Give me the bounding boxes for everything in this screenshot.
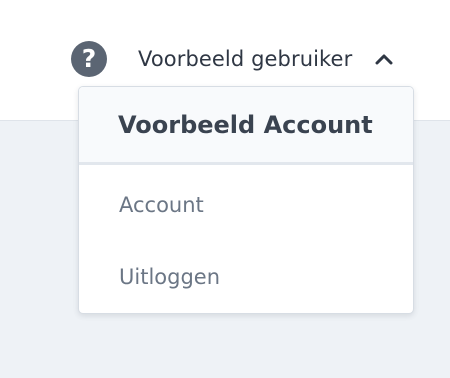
- account-title: Voorbeeld Account: [118, 110, 373, 139]
- dropdown-header: Voorbeeld Account: [79, 87, 413, 165]
- user-dropdown-menu: Voorbeeld Account Account Uitloggen: [78, 86, 414, 314]
- help-icon[interactable]: ?: [71, 41, 107, 77]
- user-name-label: Voorbeeld gebruiker: [138, 47, 353, 71]
- chevron-up-icon: [375, 54, 393, 65]
- menu-item-account[interactable]: Account: [119, 193, 204, 217]
- user-menu-toggle[interactable]: Voorbeeld gebruiker: [138, 42, 394, 76]
- menu-item-logout[interactable]: Uitloggen: [119, 265, 220, 289]
